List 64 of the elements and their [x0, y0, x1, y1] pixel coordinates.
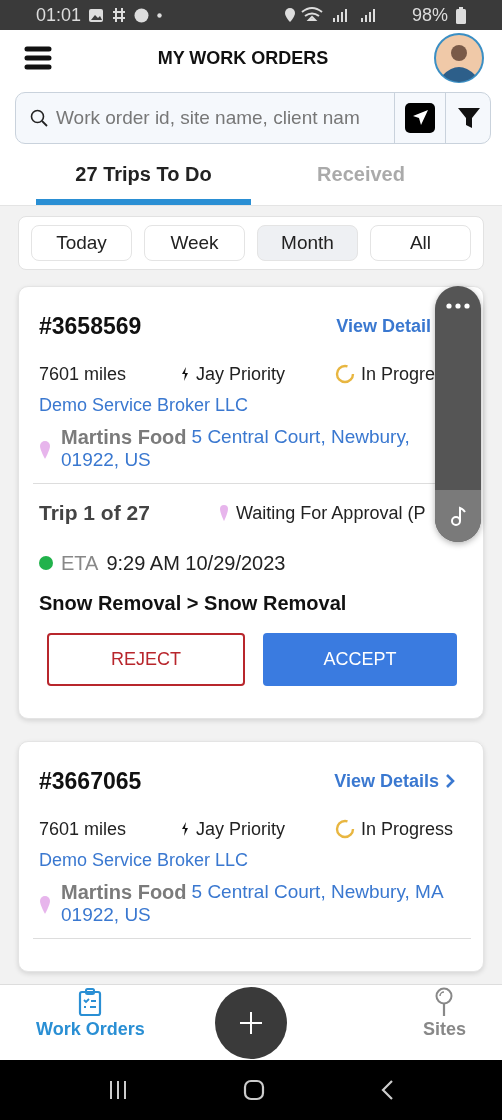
eta-label: ETA [61, 551, 99, 575]
plus-icon [240, 1012, 262, 1034]
period-chip[interactable]: Week [144, 225, 245, 261]
hash-icon [112, 7, 127, 23]
site-name: Martins Food [61, 426, 187, 449]
priority: Jay Priority [196, 818, 285, 840]
address-link[interactable]: 5 Central Court, Newbury, MA [191, 881, 444, 904]
reject-button[interactable]: REJECT [47, 633, 245, 686]
bolt-icon [181, 822, 189, 836]
distance: 7601 miles [39, 818, 128, 840]
trip-count: Trip 1 of 27 [39, 501, 151, 525]
home-icon[interactable] [243, 1079, 265, 1101]
order-number: #3667065 [39, 767, 142, 795]
location-pin-icon [39, 894, 51, 915]
music-note-icon[interactable] [450, 506, 466, 526]
bolt-icon [181, 367, 189, 381]
trip-status: Waiting For Approval (P [236, 502, 426, 524]
bottom-nav-item[interactable]: Work Orders [30, 985, 151, 1060]
pin-icon [434, 987, 455, 1017]
distance: 7601 miles [39, 363, 128, 385]
status-dot-icon [39, 556, 53, 570]
circle-icon [134, 7, 150, 23]
page-title: MY WORK ORDERS [156, 47, 330, 69]
filter-icon[interactable] [456, 105, 482, 131]
more-icon[interactable] [446, 303, 470, 309]
priority: Jay Priority [196, 363, 285, 385]
site-name: Martins Food [61, 881, 187, 904]
location-pin-icon [219, 504, 229, 522]
clipboard-icon [78, 987, 103, 1017]
broker-link[interactable]: Demo Service Broker LLC [39, 395, 249, 416]
image-icon [89, 7, 105, 23]
period-chip[interactable]: All [370, 225, 471, 261]
view-details-link[interactable]: View Details [334, 770, 439, 792]
search-icon [30, 109, 48, 127]
period-chip[interactable]: Today [31, 225, 132, 261]
search-field[interactable]: Work order id, site name, client nam [56, 107, 384, 129]
accept-button[interactable]: ACCEPT [263, 633, 457, 686]
tab[interactable]: Received [251, 150, 471, 205]
avatar[interactable] [434, 33, 484, 83]
order-number: #3658569 [39, 312, 142, 340]
dot-icon [157, 12, 163, 18]
recent-apps-icon[interactable] [107, 1080, 128, 1100]
search-bar[interactable]: Work order id, site name, client nam [15, 92, 491, 144]
address-link[interactable]: 01922, US [61, 904, 151, 926]
progress-ring-icon [335, 364, 355, 384]
progress-ring-icon [335, 819, 355, 839]
address-link[interactable]: 5 Central Court, Newbury, [191, 426, 410, 449]
navigation-icon[interactable] [405, 103, 435, 133]
order-status: In Progress [361, 818, 454, 840]
chevron-icon [445, 773, 455, 789]
period-chip[interactable]: Month [257, 225, 358, 261]
back-icon[interactable] [380, 1079, 395, 1101]
status-time: 01:01 [36, 4, 82, 26]
menu-icon[interactable] [24, 46, 52, 70]
battery-percent: 98% [411, 4, 448, 26]
location-pin-icon [39, 439, 51, 460]
broker-link[interactable]: Demo Service Broker LLC [39, 850, 249, 871]
address-link[interactable]: 01922, US [61, 449, 151, 471]
bottom-nav-item[interactable]: Sites [416, 985, 472, 1060]
service-type: Snow Removal > Snow Removal [39, 592, 348, 615]
eta-time: 9:29 AM 10/29/2023 [106, 551, 286, 575]
battery-icon [456, 6, 466, 24]
view-details-link[interactable]: View Detail [336, 315, 431, 337]
order-status: In Progre [361, 363, 436, 385]
